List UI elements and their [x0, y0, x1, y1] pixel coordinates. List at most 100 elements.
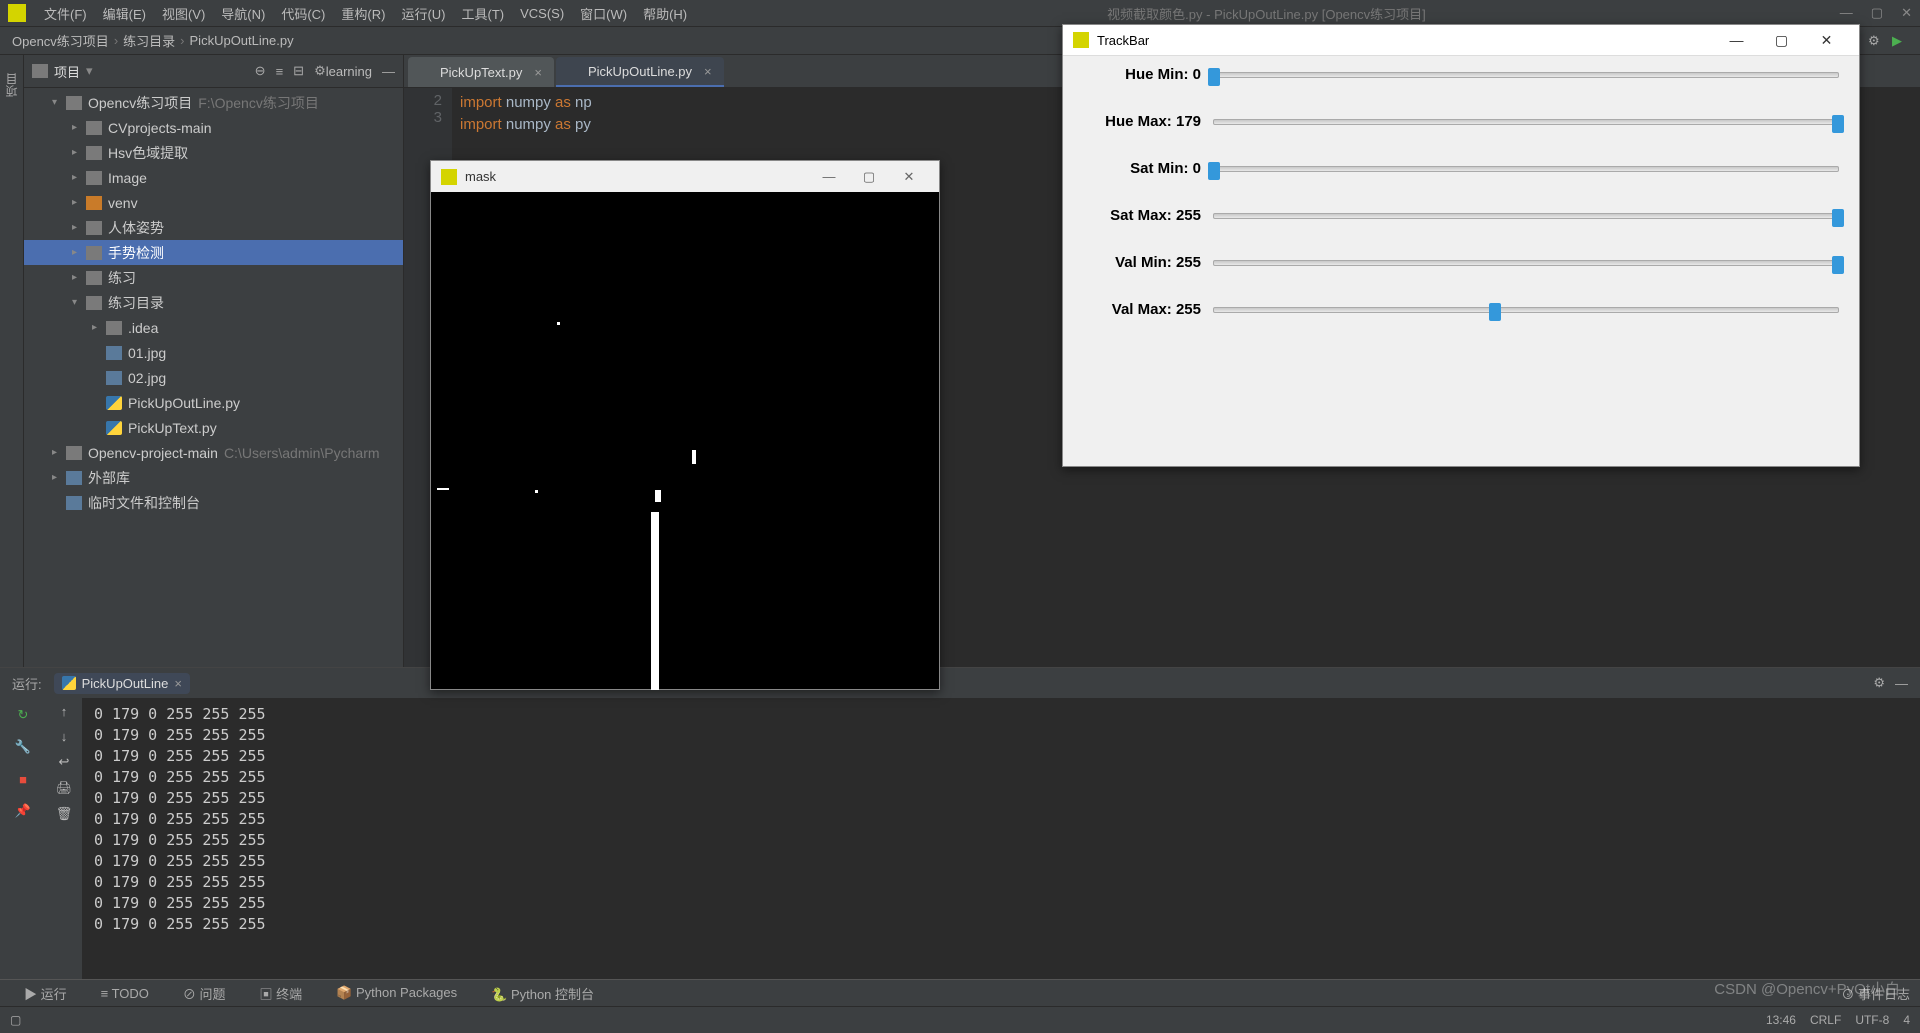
- mask-image: [431, 192, 939, 689]
- minimize-icon[interactable]: —: [1840, 5, 1853, 21]
- tab-label: PickUpOutLine.py: [588, 64, 692, 79]
- collapse-icon[interactable]: ⊖: [255, 63, 266, 79]
- slider-thumb[interactable]: [1208, 68, 1220, 86]
- down-icon[interactable]: ↓: [61, 729, 68, 744]
- crumb-dir[interactable]: 练习目录: [123, 31, 175, 50]
- tree-item[interactable]: ▾Opencv练习项目F:\Opencv练习项目: [24, 90, 403, 115]
- status-square-icon[interactable]: ▢: [10, 1013, 21, 1027]
- run-icon[interactable]: ▶: [1892, 33, 1908, 49]
- tab-pickuptext[interactable]: PickUpText.py ×: [408, 57, 554, 87]
- close-icon[interactable]: ✕: [1804, 32, 1849, 49]
- trash-icon[interactable]: 🗑: [56, 806, 73, 822]
- status-indent[interactable]: 4: [1903, 1013, 1910, 1027]
- menu-code[interactable]: 代码(C): [275, 2, 331, 25]
- hide-icon[interactable]: —: [1895, 676, 1908, 691]
- minimize-icon[interactable]: —: [809, 169, 849, 184]
- gear-icon[interactable]: ⚙: [314, 63, 326, 79]
- tree-item[interactable]: 01.jpg: [24, 340, 403, 365]
- wrap-icon[interactable]: ↩: [59, 754, 70, 770]
- tree-item[interactable]: ▸人体姿势: [24, 215, 403, 240]
- opencv-logo-icon: [1073, 32, 1089, 48]
- tree-item[interactable]: ▸Hsv色域提取: [24, 140, 403, 165]
- maximize-icon[interactable]: ▢: [849, 169, 889, 185]
- mask-titlebar[interactable]: mask — ▢ ✕: [431, 161, 939, 192]
- slider-thumb[interactable]: [1832, 115, 1844, 133]
- chevron-down-icon[interactable]: ▾: [86, 63, 93, 79]
- tree-item[interactable]: ▸外部库: [24, 465, 403, 490]
- menu-navigate[interactable]: 导航(N): [215, 2, 271, 25]
- print-icon[interactable]: 🖨: [56, 780, 73, 796]
- tree-item[interactable]: ▸.idea: [24, 315, 403, 340]
- run-tab-label: PickUpOutLine: [82, 676, 169, 691]
- slider-track[interactable]: [1213, 307, 1839, 313]
- project-title: 项目: [54, 62, 80, 81]
- bottom-tab-todo[interactable]: ≡ TODO: [101, 986, 149, 1001]
- close-icon[interactable]: ✕: [889, 169, 929, 185]
- crumb-root[interactable]: Opencv练习项目: [12, 31, 109, 50]
- menu-run[interactable]: 运行(U): [395, 2, 451, 25]
- maximize-icon[interactable]: ▢: [1871, 5, 1883, 21]
- slider-track[interactable]: [1213, 166, 1839, 172]
- gear-icon[interactable]: ⚙: [1873, 675, 1885, 691]
- close-icon[interactable]: ×: [704, 64, 712, 79]
- tree-item[interactable]: 临时文件和控制台: [24, 490, 403, 515]
- pin-icon[interactable]: 📌: [12, 800, 34, 822]
- slider-thumb[interactable]: [1832, 209, 1844, 227]
- slider-track[interactable]: [1213, 72, 1839, 78]
- tree-item[interactable]: PickUpOutLine.py: [24, 390, 403, 415]
- trackbar-window[interactable]: TrackBar — ▢ ✕ Hue Min: 0Hue Max: 179Sat…: [1062, 24, 1860, 467]
- maximize-icon[interactable]: ▢: [1759, 32, 1804, 49]
- hide-icon[interactable]: —: [382, 64, 395, 79]
- minimize-icon[interactable]: —: [1714, 32, 1759, 48]
- bottom-tab-run[interactable]: ▶ 运行: [24, 984, 67, 1003]
- slider-thumb[interactable]: [1489, 303, 1501, 321]
- expand-icon[interactable]: ≡: [276, 64, 284, 79]
- tree-item[interactable]: PickUpText.py: [24, 415, 403, 440]
- slider-thumb[interactable]: [1208, 162, 1220, 180]
- status-sep[interactable]: CRLF: [1810, 1013, 1841, 1027]
- menu-help[interactable]: 帮助(H): [637, 2, 693, 25]
- python-icon: [62, 676, 76, 690]
- tree-item[interactable]: ▸手势检测: [24, 240, 403, 265]
- stop-icon[interactable]: ■: [12, 768, 34, 790]
- close-icon[interactable]: ×: [534, 65, 542, 80]
- bottom-tab-python-console[interactable]: 🐍 Python 控制台: [491, 984, 594, 1003]
- tab-pickupoutline[interactable]: PickUpOutLine.py ×: [556, 57, 724, 87]
- menu-window[interactable]: 窗口(W): [574, 2, 633, 25]
- project-tree[interactable]: ▾Opencv练习项目F:\Opencv练习项目▸CVprojects-main…: [24, 88, 403, 667]
- bottom-tab-python-packages[interactable]: 📦 Python Packages: [336, 985, 457, 1001]
- trackbar-titlebar[interactable]: TrackBar — ▢ ✕: [1063, 25, 1859, 56]
- tree-item[interactable]: ▸Opencv-project-mainC:\Users\admin\Pycha…: [24, 440, 403, 465]
- rerun-icon[interactable]: ↻: [12, 704, 34, 726]
- slider-track[interactable]: [1213, 260, 1839, 266]
- tree-item[interactable]: 02.jpg: [24, 365, 403, 390]
- wrench-icon[interactable]: 🔧: [12, 736, 34, 758]
- project-tool-label[interactable]: 项目: [3, 73, 20, 97]
- crumb-file[interactable]: PickUpOutLine.py: [190, 33, 294, 48]
- tree-item[interactable]: ▸CVprojects-main: [24, 115, 403, 140]
- run-tab[interactable]: PickUpOutLine ×: [54, 673, 190, 694]
- gear-icon[interactable]: ⚙: [1868, 33, 1884, 49]
- menu-tools[interactable]: 工具(T): [455, 2, 510, 25]
- slider-track[interactable]: [1213, 119, 1839, 125]
- close-icon[interactable]: ✕: [1901, 5, 1912, 21]
- app-logo-icon: [8, 4, 26, 22]
- up-icon[interactable]: ↑: [61, 704, 68, 719]
- mask-window[interactable]: mask — ▢ ✕: [430, 160, 940, 690]
- slider-track[interactable]: [1213, 213, 1839, 219]
- menu-view[interactable]: 视图(V): [156, 2, 211, 25]
- status-encoding[interactable]: UTF-8: [1855, 1013, 1889, 1027]
- slider-thumb[interactable]: [1832, 256, 1844, 274]
- tree-item[interactable]: ▾练习目录: [24, 290, 403, 315]
- bottom-tab-problems[interactable]: ⊘ 问题: [183, 984, 226, 1003]
- close-icon[interactable]: ×: [174, 676, 182, 691]
- menu-refactor[interactable]: 重构(R): [335, 2, 391, 25]
- bottom-tab-terminal[interactable]: ▣ 终端: [260, 984, 303, 1003]
- tree-item[interactable]: ▸venv: [24, 190, 403, 215]
- select-opened-icon[interactable]: ⊟: [293, 63, 304, 79]
- menu-file[interactable]: 文件(F): [38, 2, 93, 25]
- tree-item[interactable]: ▸Image: [24, 165, 403, 190]
- menu-edit[interactable]: 编辑(E): [97, 2, 152, 25]
- menu-vcs[interactable]: VCS(S): [514, 4, 570, 23]
- tree-item[interactable]: ▸练习: [24, 265, 403, 290]
